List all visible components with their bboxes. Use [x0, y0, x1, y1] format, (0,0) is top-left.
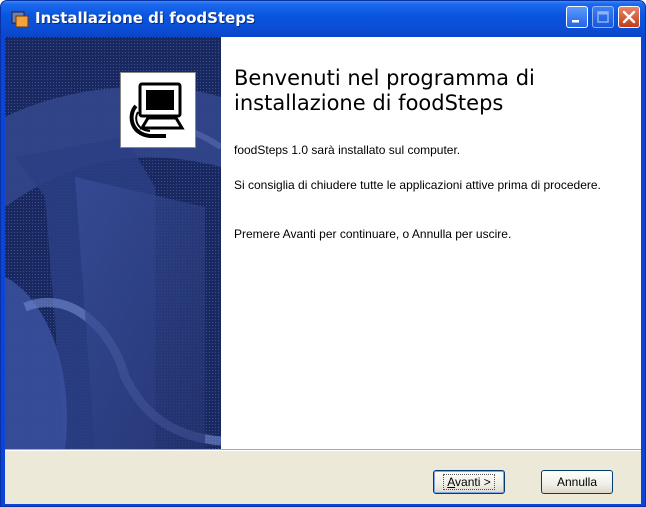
dialog-client-area: Benvenuti nel programma di installazione…: [5, 37, 641, 504]
welcome-content: Benvenuti nel programma di installazione…: [221, 37, 641, 449]
close-button[interactable]: [618, 6, 640, 28]
welcome-paragraph-install: foodSteps 1.0 sarà installato sul comput…: [234, 143, 461, 157]
welcome-paragraph-instructions: Premere Avanti per continuare, o Annulla…: [234, 227, 512, 241]
installer-app-icon: [11, 10, 29, 28]
cancel-button[interactable]: Annulla: [541, 470, 613, 494]
next-button-label: Avanti >: [443, 474, 495, 490]
maximize-button: [592, 6, 614, 28]
next-button[interactable]: Avanti >: [433, 470, 505, 494]
button-separator: [5, 449, 641, 451]
wizard-side-image: [5, 37, 221, 449]
welcome-heading: Benvenuti nel programma di installazione…: [234, 66, 535, 115]
computer-install-icon: [120, 72, 196, 148]
welcome-paragraph-close-apps: Si consiglia di chiudere tutte le applic…: [234, 178, 601, 192]
installer-window: Installazione di foodSteps Benvenuti nel…: [0, 0, 646, 507]
window-title: Installazione di foodSteps: [35, 9, 255, 27]
minimize-button[interactable]: [566, 6, 588, 28]
title-bar[interactable]: Installazione di foodSteps: [1, 1, 645, 37]
